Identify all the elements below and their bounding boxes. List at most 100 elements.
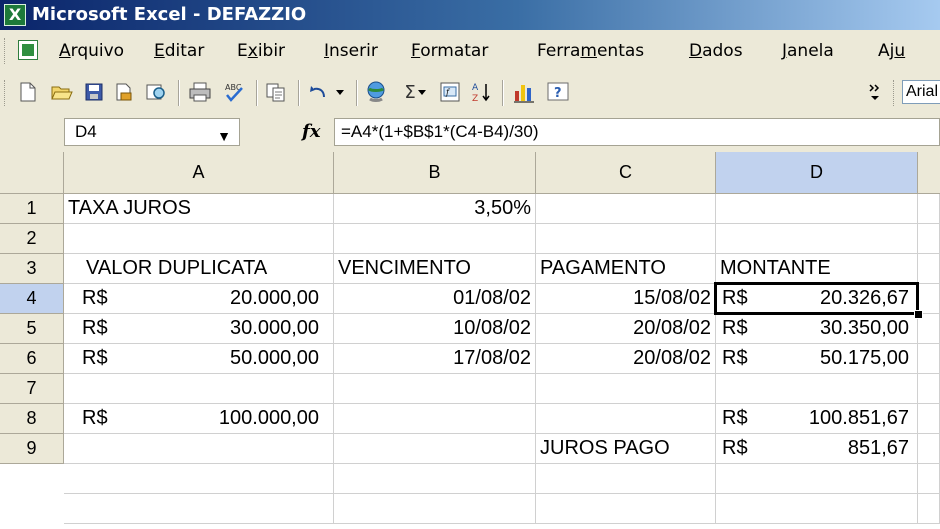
grid-cell-d1[interactable] <box>716 194 918 224</box>
grid-cell-a11[interactable] <box>64 494 334 524</box>
column-header-e[interactable] <box>918 152 940 194</box>
row-header-7[interactable]: 7 <box>0 374 64 404</box>
save-icon[interactable] <box>82 81 106 103</box>
chart-wizard-icon[interactable] <box>512 81 536 103</box>
grid-cell-c10[interactable] <box>536 464 716 494</box>
menu-janela[interactable]: Janela <box>782 40 834 62</box>
column-header-c[interactable]: C <box>536 152 716 194</box>
grid-cell-a9[interactable] <box>64 434 334 464</box>
grid-cell-a2[interactable] <box>64 224 334 254</box>
grid-cell-b10[interactable] <box>334 464 536 494</box>
grid-cell-a10[interactable] <box>64 464 334 494</box>
cell-c9[interactable]: JUROS PAGO <box>536 434 716 464</box>
grid-cell-c8[interactable] <box>536 404 716 434</box>
insert-function-fx-icon[interactable]: fx <box>302 121 320 143</box>
insert-function-icon[interactable]: f <box>438 81 462 103</box>
menu-ajuda[interactable]: Aju <box>878 40 905 62</box>
toolbar-grip[interactable] <box>4 80 8 106</box>
grid-cell-e9[interactable] <box>918 434 940 464</box>
grid-cell-c7[interactable] <box>536 374 716 404</box>
cell-c6[interactable]: 20/08/02 <box>536 344 716 374</box>
grid-cell-b11[interactable] <box>334 494 536 524</box>
cell-b6[interactable]: 17/08/02 <box>334 344 536 374</box>
grid-cell-c1[interactable] <box>536 194 716 224</box>
cell-a3[interactable]: VALOR DUPLICATA <box>64 254 334 284</box>
cell-c4[interactable]: 15/08/02 <box>536 284 716 314</box>
row-header-3[interactable]: 3 <box>0 254 64 284</box>
more-buttons-icon[interactable] <box>866 81 884 103</box>
grid-cell-d11[interactable] <box>716 494 918 524</box>
select-all-corner[interactable] <box>0 152 64 194</box>
column-header-a[interactable]: A <box>64 152 334 194</box>
grid-cell-e11[interactable] <box>918 494 940 524</box>
grid-cell-e10[interactable] <box>918 464 940 494</box>
row-header-4[interactable]: 4 <box>0 284 64 314</box>
menu-arquivo[interactable]: Arquivo <box>59 40 124 62</box>
menu-dados[interactable]: Dados <box>689 40 743 62</box>
grid-cell-a7[interactable] <box>64 374 334 404</box>
cell-b3[interactable]: VENCIMENTO <box>334 254 536 284</box>
grid-cell-e6[interactable] <box>918 344 940 374</box>
grid-cell-c2[interactable] <box>536 224 716 254</box>
grid-cell-d2[interactable] <box>716 224 918 254</box>
fill-handle[interactable] <box>914 310 923 319</box>
grid-cell-b9[interactable] <box>334 434 536 464</box>
grid-cell-b2[interactable] <box>334 224 536 254</box>
cell-d3[interactable]: MONTANTE <box>716 254 918 284</box>
print-icon[interactable] <box>188 81 212 103</box>
grid-cell-e8[interactable] <box>918 404 940 434</box>
copy-icon[interactable] <box>264 81 288 103</box>
workbook-icon[interactable] <box>18 40 38 60</box>
excel-icon[interactable]: X <box>4 4 26 26</box>
grid-cell-e2[interactable] <box>918 224 940 254</box>
row-header-2[interactable]: 2 <box>0 224 64 254</box>
font-name-box[interactable]: Arial <box>902 80 940 104</box>
help-icon[interactable]: ? <box>546 81 570 103</box>
menu-formatar[interactable]: Formatar <box>411 40 488 62</box>
cell-a1[interactable]: TAXA JUROS <box>64 194 334 224</box>
open-icon[interactable] <box>50 81 74 103</box>
autosum-icon[interactable]: Σ <box>396 81 436 103</box>
toolbar-separator <box>178 80 180 106</box>
row-header-8[interactable]: 8 <box>0 404 64 434</box>
name-box[interactable]: D4 ▼ <box>64 118 240 146</box>
grid-cell-b7[interactable] <box>334 374 536 404</box>
grid-cell-d10[interactable] <box>716 464 918 494</box>
column-header-b[interactable]: B <box>334 152 536 194</box>
sort-ascending-icon[interactable]: AZ <box>470 81 494 103</box>
window-title: Microsoft Excel - DEFAZZIO <box>32 4 307 25</box>
svg-text:?: ? <box>554 86 562 101</box>
cell-b4[interactable]: 01/08/02 <box>334 284 536 314</box>
cell-c3[interactable]: PAGAMENTO <box>536 254 716 284</box>
undo-icon[interactable] <box>306 81 350 103</box>
standard-toolbar: ABC Σ f AZ ? Arial <box>0 72 940 113</box>
formula-input[interactable]: =A4*(1+$B$1*(C4-B4)/30) <box>334 118 940 146</box>
grid-cell-e7[interactable] <box>918 374 940 404</box>
spelling-icon[interactable]: ABC <box>222 81 246 103</box>
research-icon[interactable] <box>144 81 168 103</box>
row-header-5[interactable]: 5 <box>0 314 64 344</box>
row-header-6[interactable]: 6 <box>0 344 64 374</box>
grid-cell-e3[interactable] <box>918 254 940 284</box>
chevron-down-icon[interactable]: ▼ <box>217 123 231 149</box>
cell-b1[interactable]: 3,50% <box>334 194 536 224</box>
row-header-9[interactable]: 9 <box>0 434 64 464</box>
grid-cell-c11[interactable] <box>536 494 716 524</box>
cell-c5[interactable]: 20/08/02 <box>536 314 716 344</box>
menu-grip[interactable] <box>4 38 8 64</box>
menu-exibir[interactable]: Exibir <box>237 40 285 62</box>
new-icon[interactable] <box>16 81 40 103</box>
grid-cell-e1[interactable] <box>918 194 940 224</box>
menu-inserir[interactable]: Inserir <box>324 40 378 62</box>
hyperlink-icon[interactable] <box>364 81 388 103</box>
cell-b5[interactable]: 10/08/02 <box>334 314 536 344</box>
formatting-toolbar-grip[interactable] <box>893 80 897 106</box>
column-header-d[interactable]: D <box>716 152 918 194</box>
grid-cell-d7[interactable] <box>716 374 918 404</box>
menu-ferramentas[interactable]: Ferramentas <box>537 40 644 62</box>
menu-editar[interactable]: Editar <box>154 40 204 62</box>
row-header-1[interactable]: 1 <box>0 194 64 224</box>
currency-symbol: R$ <box>82 347 108 369</box>
permission-icon[interactable] <box>112 81 136 103</box>
grid-cell-b8[interactable] <box>334 404 536 434</box>
